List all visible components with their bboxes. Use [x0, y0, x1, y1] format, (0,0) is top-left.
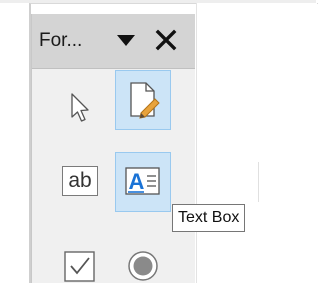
toolbar-title: For...	[39, 30, 83, 51]
document-canvas[interactable]	[196, 3, 317, 283]
text-box-tooltip: Text Box	[172, 204, 246, 232]
form-controls-toolbar: For... ab A	[31, 14, 195, 283]
design-mode-button[interactable]	[115, 70, 171, 130]
pointer-arrow-icon	[71, 93, 89, 122]
label-ab-icon: ab	[62, 166, 98, 196]
option-button-tool-button[interactable]	[115, 236, 171, 283]
triangle-down-icon	[117, 35, 135, 46]
text-box-icon: A	[125, 167, 160, 195]
toolbar-options-button[interactable]	[116, 31, 136, 51]
checkbox-tool-button[interactable]	[52, 236, 108, 283]
radio-button-icon	[128, 251, 158, 281]
app-window: For... ab A Text Box	[0, 0, 318, 283]
label-tool-button[interactable]: ab	[52, 151, 108, 211]
document-edit-icon	[130, 82, 160, 119]
toolbar-close-button[interactable]	[153, 27, 179, 53]
text-box-icon-letter: A	[129, 169, 145, 194]
select-tool-button[interactable]	[52, 78, 108, 138]
toolbar-header[interactable]: For...	[32, 14, 195, 69]
close-icon	[155, 29, 177, 51]
checkbox-icon	[64, 251, 95, 282]
text-box-tool-button[interactable]: A	[115, 152, 171, 212]
label-ab-text: ab	[68, 169, 92, 192]
ruler-guide-line	[258, 162, 259, 202]
